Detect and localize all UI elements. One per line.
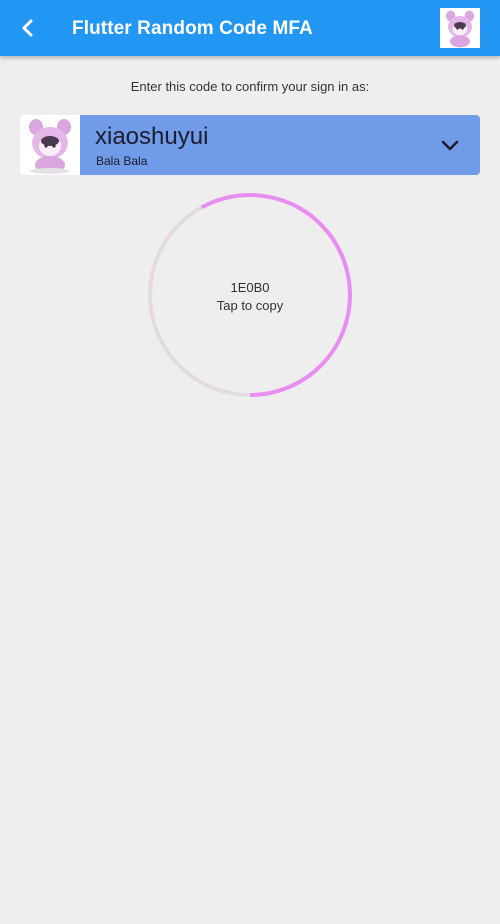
code-value: 1E0B0 [230,280,270,295]
back-button[interactable] [12,12,44,44]
appbar-avatar[interactable] [440,8,480,48]
chevron-down-icon[interactable] [438,133,462,157]
kuromi-avatar-icon [440,8,480,48]
app-bar: Flutter Random Code MFA [0,0,500,56]
kuromi-avatar-icon [20,115,80,175]
account-subtitle: Bala Bala [96,154,148,168]
account-selector[interactable]: xiaoshuyui Bala Bala [20,115,480,175]
instruction-text: Enter this code to confirm your sign in … [130,79,370,94]
account-avatar [20,115,80,175]
copy-hint: Tap to copy [216,298,284,313]
app-title: Flutter Random Code MFA [72,18,313,39]
account-name: xiaoshuyui [95,123,209,150]
chevron-left-icon [22,19,33,37]
code-display[interactable]: 1E0B0 Tap to copy [147,192,353,398]
